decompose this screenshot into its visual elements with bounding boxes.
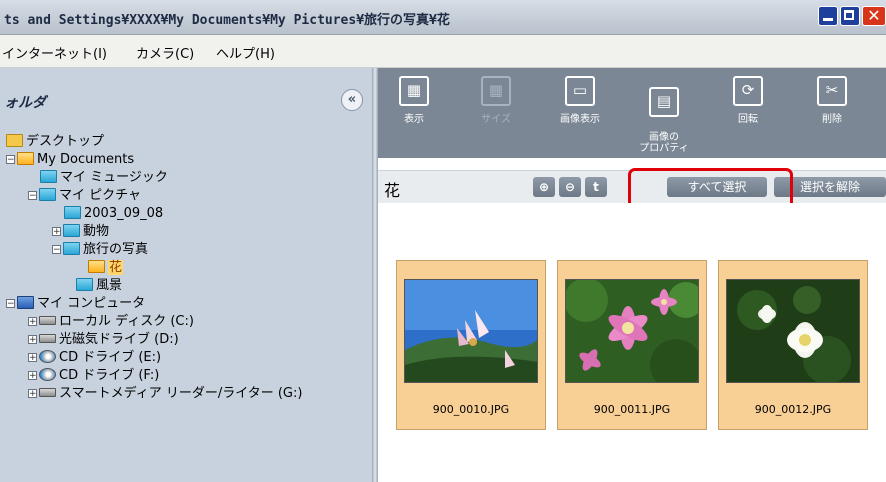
minimize-button[interactable] (818, 6, 838, 26)
expand-toggle-icon[interactable]: + (28, 335, 37, 345)
folder-icon (39, 188, 56, 201)
tree-item-cd-drive-f[interactable]: + CD ドライブ (F:) (28, 367, 159, 385)
computer-icon (17, 296, 34, 309)
tree-item-my-music[interactable]: マイ ミュージック (40, 169, 168, 187)
folder-icon (63, 224, 80, 237)
expand-toggle-icon[interactable]: + (28, 389, 37, 399)
folder-open-icon (88, 260, 105, 273)
expand-toggle-icon[interactable]: + (28, 317, 37, 327)
tree-item-my-pictures[interactable]: − マイ ピクチャ (28, 187, 141, 205)
thumbnail-filename: 900_0011.JPG (593, 403, 671, 416)
thumbnail-area: 900_0010.JPG 900_0011.JPG 900_0012.JPG (378, 203, 886, 482)
tree-item-cd-drive-e[interactable]: + CD ドライブ (E:) (28, 349, 161, 367)
desktop-icon (6, 134, 23, 147)
menu-help[interactable]: ヘルプ(H) (216, 43, 275, 62)
cd-icon (39, 350, 56, 363)
zoom-out-button[interactable]: ⊖ (559, 177, 581, 197)
folder-pane: ォルダ « デスクトップ − My Documents マイ ミュージック − マイ… (0, 68, 372, 482)
tree-item-local-disk[interactable]: + ローカル ディスク (C:) (28, 313, 194, 331)
thumbnail-filename: 900_0012.JPG (754, 403, 832, 416)
maximize-button[interactable] (840, 6, 860, 26)
drive-icon (39, 388, 56, 397)
size-icon: ▦ (481, 76, 511, 106)
image-view-button[interactable]: ▭ 画像表示 (548, 76, 612, 125)
image-properties-icon: ▤ (649, 87, 679, 117)
folder-icon (40, 170, 57, 183)
flower-photo (565, 279, 699, 383)
collapse-toggle-icon[interactable]: − (6, 299, 15, 309)
delete-icon: ✂ (817, 76, 847, 106)
view-icon: ▦ (399, 76, 429, 106)
flower-photo (404, 279, 538, 383)
folder-open-icon (17, 152, 34, 165)
tree-item-smartmedia[interactable]: + スマートメディア リーダー/ライター (G:) (28, 385, 302, 403)
collapse-toggle-icon[interactable]: − (6, 155, 15, 165)
folder-pane-title: ォルダ (4, 95, 46, 111)
cd-icon (39, 368, 56, 381)
thumbnail-item[interactable]: 900_0012.JPG (718, 260, 868, 430)
tree-item-scenery[interactable]: 風景 (76, 277, 122, 295)
delete-button[interactable]: ✂ 削除 (800, 76, 864, 125)
tree-item-mo-drive[interactable]: + 光磁気ドライブ (D:) (28, 331, 179, 349)
up-folder-button[interactable]: t (585, 177, 607, 197)
menu-camera[interactable]: カメラ(C) (136, 43, 194, 62)
expand-toggle-icon[interactable]: + (28, 371, 37, 381)
tree-item-animals[interactable]: + 動物 (52, 223, 109, 241)
collapse-toggle-icon[interactable]: − (52, 245, 61, 255)
tree-item-2003-09-08[interactable]: 2003_09_08 (64, 205, 163, 223)
expand-toggle-icon[interactable]: + (52, 227, 61, 237)
tree-item-travel-photos[interactable]: − 旅行の写真 (52, 241, 148, 259)
drive-icon (39, 334, 56, 343)
collapse-toggle-icon[interactable]: − (28, 191, 37, 201)
window-title: ts and Settings¥XXXX¥My Documents¥My Pic… (4, 13, 450, 28)
image-view-icon: ▭ (565, 76, 595, 106)
collapse-pane-button[interactable]: « (341, 89, 363, 111)
toolbar: ▦ 表示 ▦ サイズ ▭ 画像表示 ▤ 画像の プロパティ ⟳ 回転 ✂ 削除 (378, 68, 886, 158)
close-button[interactable]: ✕ (862, 6, 886, 26)
tree-item-my-documents[interactable]: − My Documents (6, 151, 134, 169)
thumbnail-item[interactable]: 900_0011.JPG (557, 260, 707, 430)
drive-icon (39, 316, 56, 325)
tree-item-my-computer[interactable]: − マイ コンピュータ (6, 295, 145, 313)
rotate-button[interactable]: ⟳ 回転 (716, 76, 780, 125)
folder-icon (63, 242, 80, 255)
flower-photo (726, 279, 860, 383)
zoom-in-button[interactable]: ⊕ (533, 177, 555, 197)
image-properties-button[interactable]: ▤ 画像の プロパティ (632, 76, 696, 154)
menu-bar: インターネット(I) カメラ(C) ヘルプ(H) (0, 35, 886, 68)
menu-internet[interactable]: インターネット(I) (2, 43, 107, 62)
tree-item-flowers[interactable]: 花 (88, 259, 124, 277)
tree-item-desktop[interactable]: デスクトップ (6, 133, 104, 151)
expand-toggle-icon[interactable]: + (28, 353, 37, 363)
current-folder-name: 花 (384, 181, 401, 200)
thumbnail-filename: 900_0010.JPG (432, 403, 510, 416)
folder-icon (76, 278, 93, 291)
size-button[interactable]: ▦ サイズ (464, 76, 528, 125)
view-button[interactable]: ▦ 表示 (382, 76, 446, 125)
title-bar: ts and Settings¥XXXX¥My Documents¥My Pic… (0, 0, 886, 35)
thumbnail-item[interactable]: 900_0010.JPG (396, 260, 546, 430)
folder-icon (64, 206, 81, 219)
selected-folder-label: 花 (108, 260, 124, 275)
rotate-icon: ⟳ (733, 76, 763, 106)
